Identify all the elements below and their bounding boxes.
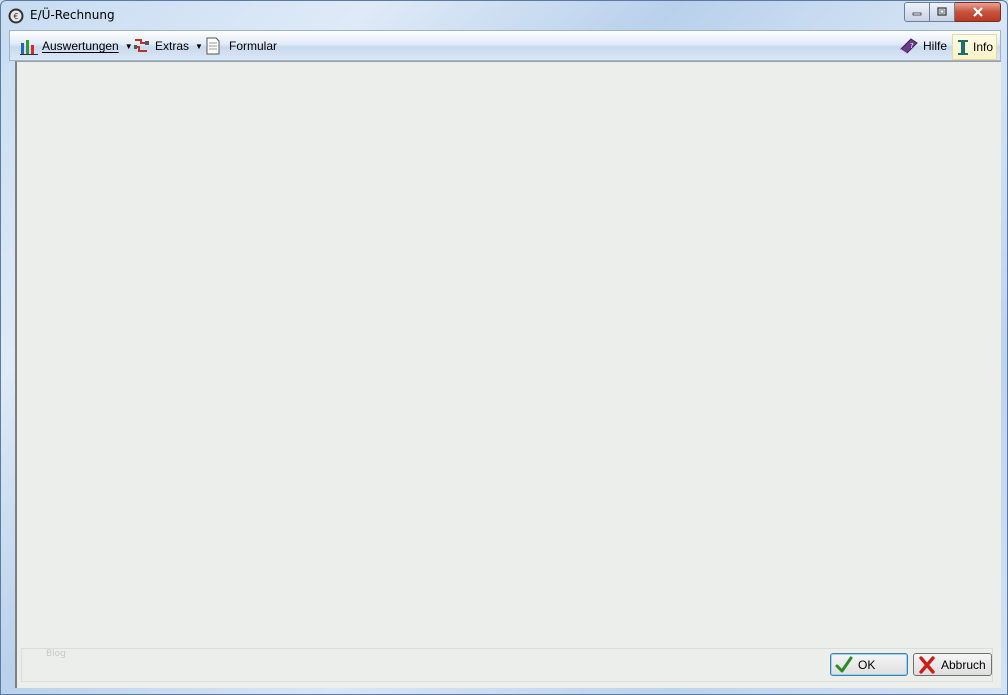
watermark-text: Blog	[46, 649, 66, 659]
extras-label: Extras	[155, 39, 190, 53]
close-icon	[972, 7, 983, 17]
cancel-label: Abbruch	[941, 657, 986, 672]
info-label: Info	[973, 40, 994, 54]
svg-text:?: ?	[910, 42, 914, 50]
auswertungen-menu[interactable]: Auswertungen ▼	[20, 36, 133, 56]
window-title: E/Ü-Rechnung	[30, 8, 115, 22]
info-button[interactable]: Info	[952, 34, 998, 60]
extras-menu[interactable]: Extras ▼	[133, 36, 203, 56]
ok-button[interactable]: OK	[830, 653, 908, 676]
minimize-button[interactable]	[904, 2, 930, 22]
content-area: Blog OK Abbruch	[15, 61, 1001, 688]
auswertungen-label: Auswertungen	[42, 39, 119, 53]
red-x-icon	[919, 655, 935, 674]
toolbar: Auswertungen ▼ Extras ▼ Formular ? Hilfe…	[9, 30, 1001, 61]
hilfe-label: Hilfe	[923, 39, 948, 53]
button-panel: Blog OK Abbruch	[21, 648, 993, 682]
formular-button[interactable]: Formular	[205, 36, 277, 56]
caption-buttons	[904, 2, 1001, 22]
tools-icon	[134, 39, 149, 52]
formular-label: Formular	[229, 39, 278, 53]
help-book-icon: ?	[900, 38, 918, 54]
cancel-button[interactable]: Abbruch	[913, 653, 992, 676]
checkmark-icon	[835, 656, 853, 672]
svg-text:€: €	[13, 12, 18, 21]
hilfe-button[interactable]: ? Hilfe	[899, 36, 947, 56]
document-icon	[206, 37, 220, 55]
maximize-icon	[937, 7, 947, 16]
title-bar[interactable]: € E/Ü-Rechnung	[1, 1, 1007, 30]
chevron-down-icon: ▼	[195, 41, 203, 51]
close-button[interactable]	[955, 2, 1001, 22]
app-icon: €	[8, 8, 24, 24]
ok-label: OK	[858, 657, 876, 672]
minimize-icon	[912, 12, 922, 16]
application-window: € E/Ü-Rechnung Auswertungen ▼ Extras ▼ F…	[0, 0, 1008, 695]
chevron-down-icon: ▼	[124, 41, 133, 51]
maximize-button[interactable]	[930, 2, 955, 22]
info-icon	[958, 40, 968, 55]
bar-chart-icon	[20, 40, 38, 55]
